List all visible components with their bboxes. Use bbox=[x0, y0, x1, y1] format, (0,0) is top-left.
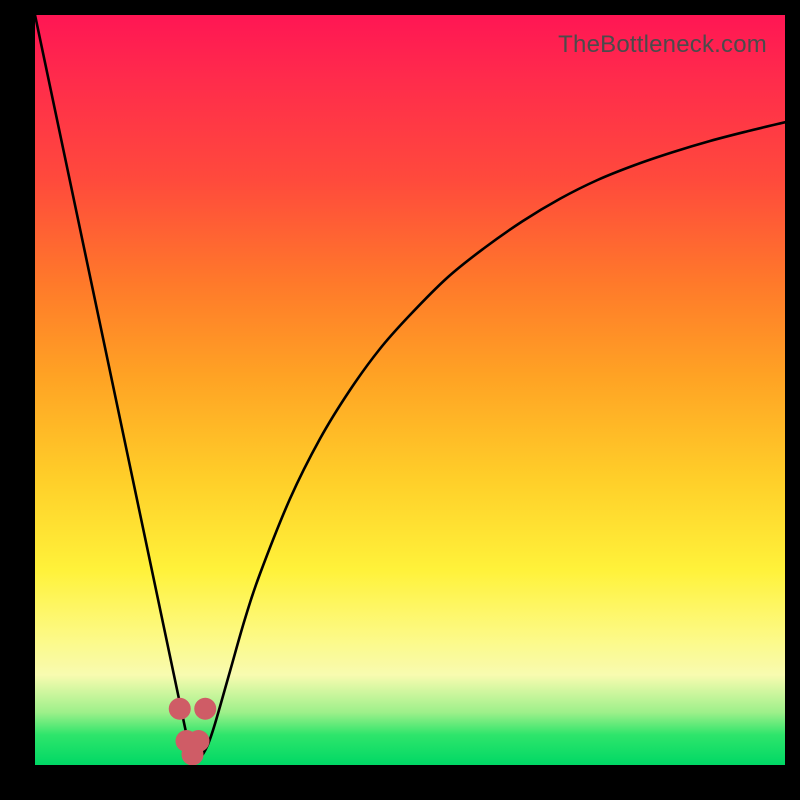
marker-point bbox=[176, 730, 198, 752]
marker-point bbox=[188, 730, 210, 752]
marker-point bbox=[182, 744, 204, 766]
bottleneck-curve bbox=[35, 15, 785, 765]
highlight-markers bbox=[35, 15, 785, 765]
chart-frame: TheBottleneck.com bbox=[0, 0, 800, 800]
watermark-label: TheBottleneck.com bbox=[558, 31, 767, 59]
marker-point bbox=[194, 698, 216, 720]
marker-point bbox=[169, 698, 191, 720]
plot-area: TheBottleneck.com bbox=[35, 15, 785, 765]
